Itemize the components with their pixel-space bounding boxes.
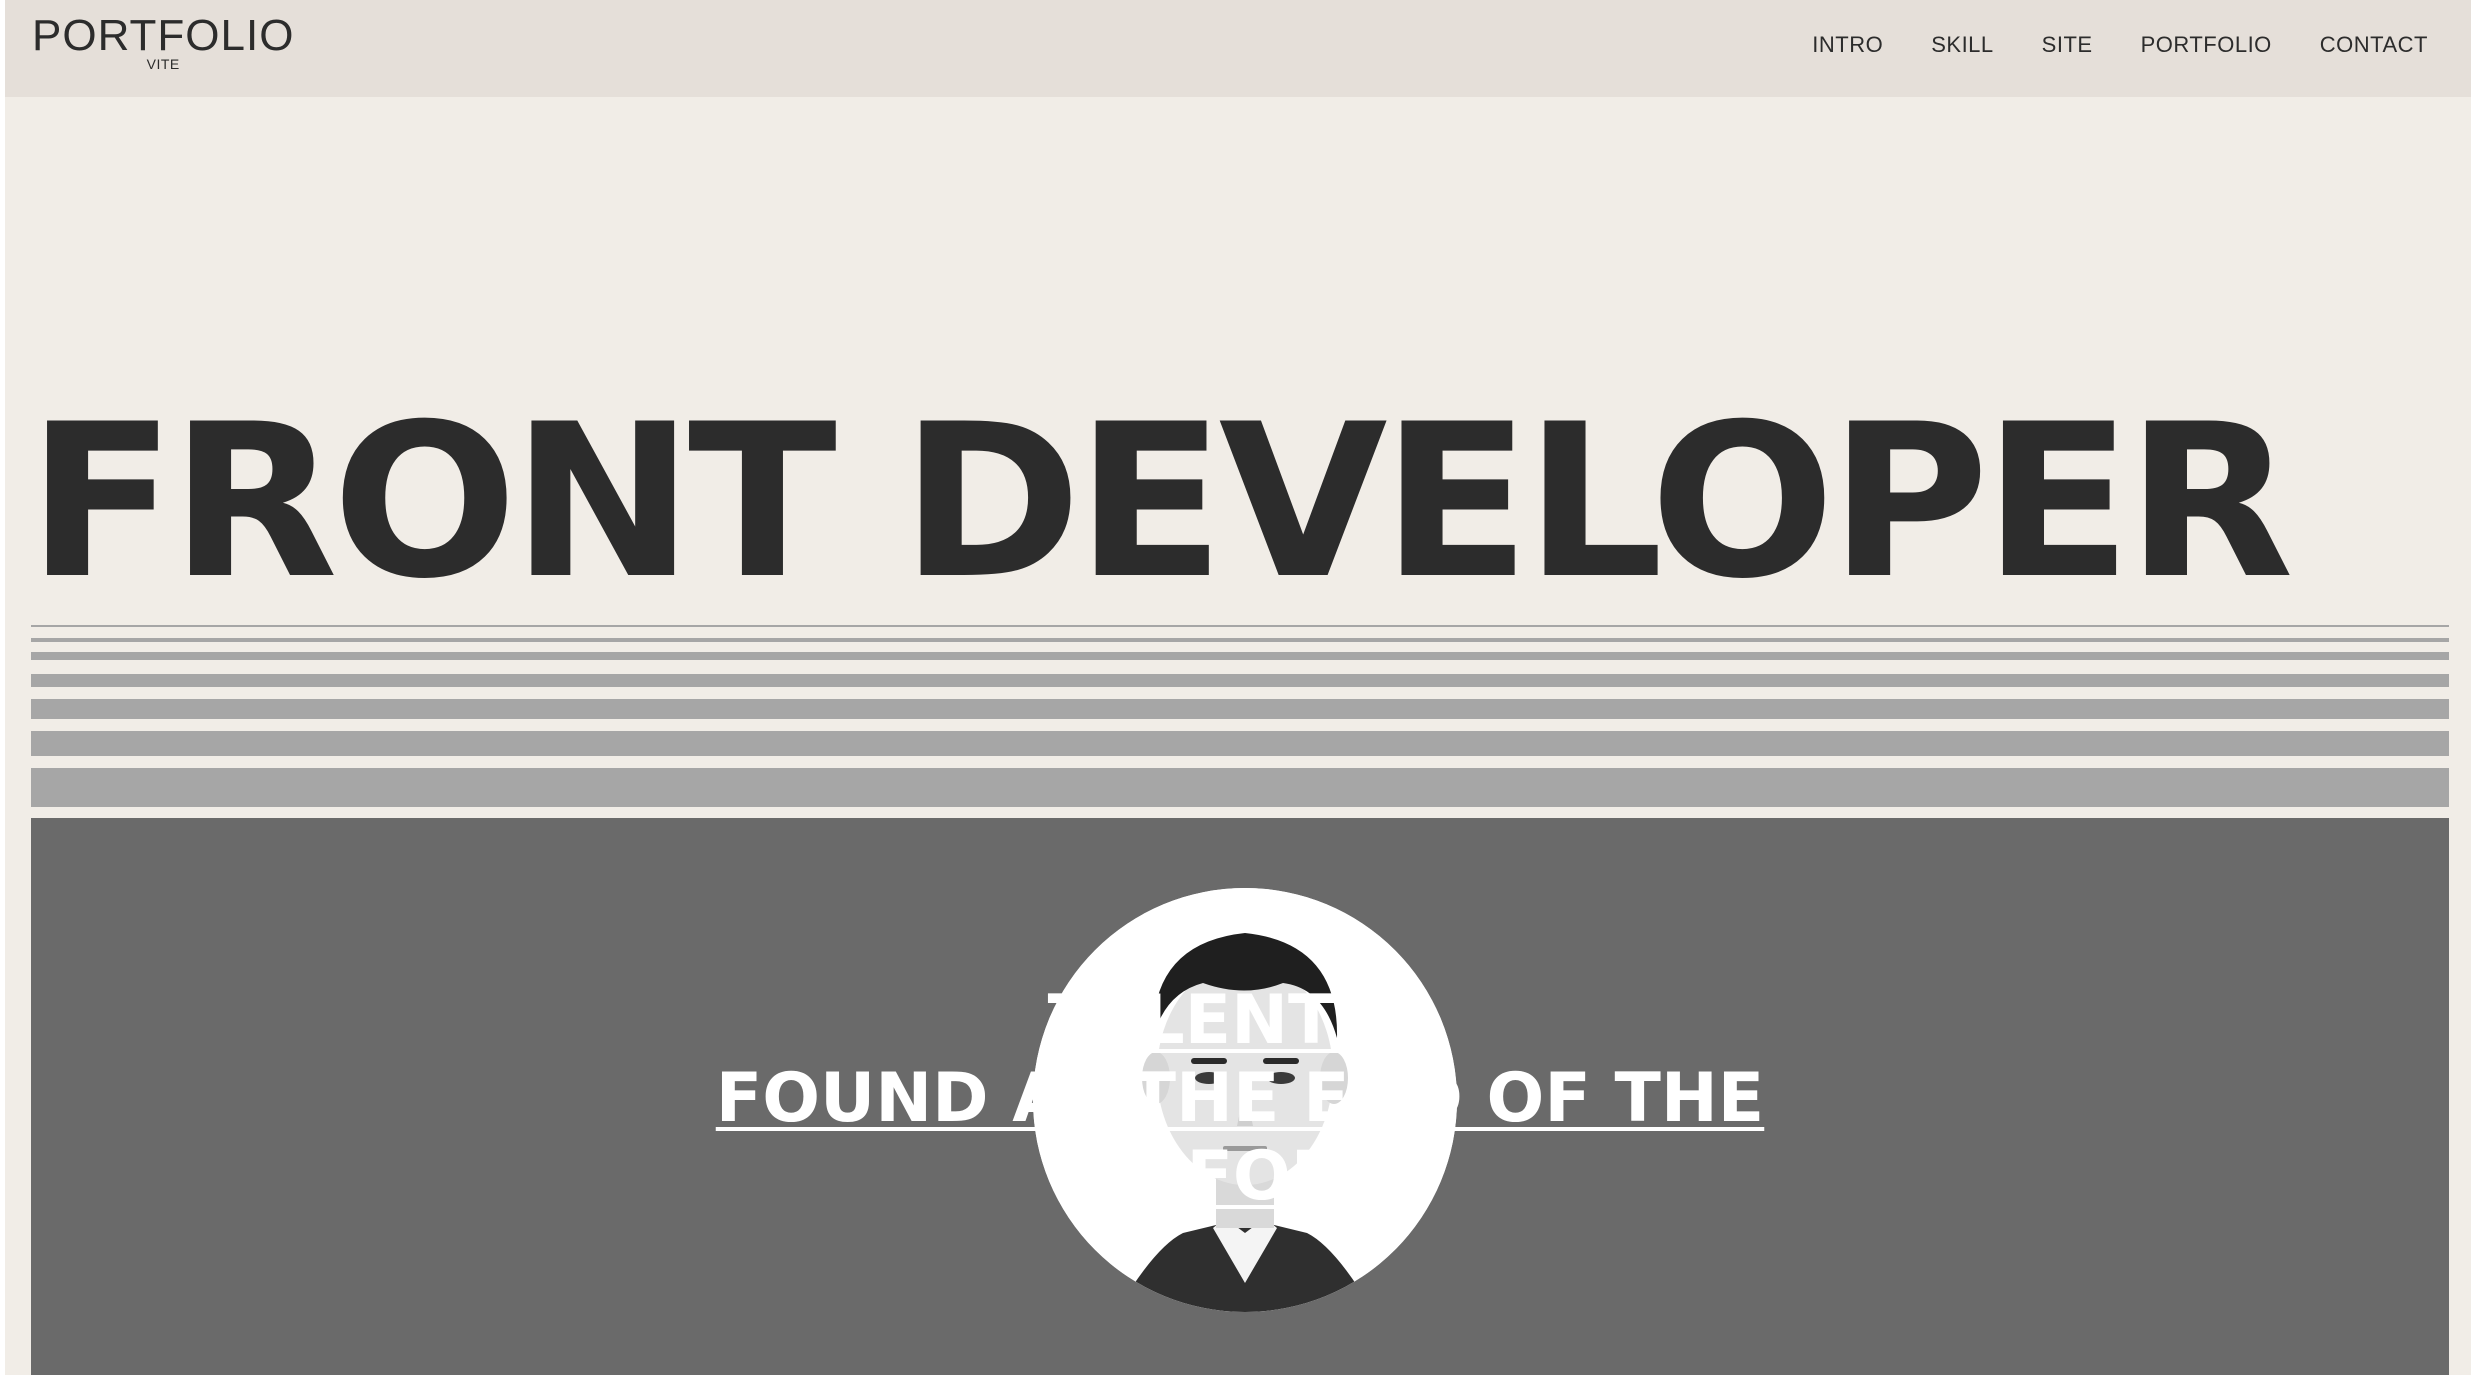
stripe-1	[31, 625, 2449, 627]
stripe-4	[31, 674, 2449, 687]
site-header: PORTFOLIO VITE INTRO SKILL SITE PORTFOLI…	[5, 0, 2471, 97]
logo[interactable]: PORTFOLIO VITE	[32, 11, 295, 73]
nav-item-intro[interactable]: INTRO	[1812, 30, 1883, 60]
stripe-2	[31, 638, 2449, 642]
quote-line-1: TALENT IS	[1047, 981, 1433, 1060]
intro-quote: TALENT IS FOUND AT THE END OF THE EFFORT	[31, 982, 2449, 1216]
intro-section: TALENT IS FOUND AT THE END OF THE EFFORT	[31, 818, 2449, 1375]
stripe-5	[31, 699, 2449, 719]
nav-item-portfolio[interactable]: PORTFOLIO	[2141, 30, 2272, 60]
nav-item-site[interactable]: SITE	[2042, 30, 2093, 60]
nav-item-skill[interactable]: SKILL	[1931, 30, 1993, 60]
quote-line-3: EFFORT	[1093, 1137, 1387, 1216]
quote-line-2: FOUND AT THE END OF THE	[715, 1059, 1765, 1138]
stripe-6	[31, 731, 2449, 756]
main-nav: INTRO SKILL SITE PORTFOLIO CONTACT	[1812, 30, 2428, 60]
page: PORTFOLIO VITE INTRO SKILL SITE PORTFOLI…	[5, 0, 2471, 1375]
stripe-3	[31, 652, 2449, 660]
stripe-7	[31, 768, 2449, 807]
nav-item-contact[interactable]: CONTACT	[2320, 30, 2428, 60]
hero-headline: FRONT DEVELOPER	[27, 378, 2294, 625]
logo-title: PORTFOLIO	[32, 11, 295, 60]
